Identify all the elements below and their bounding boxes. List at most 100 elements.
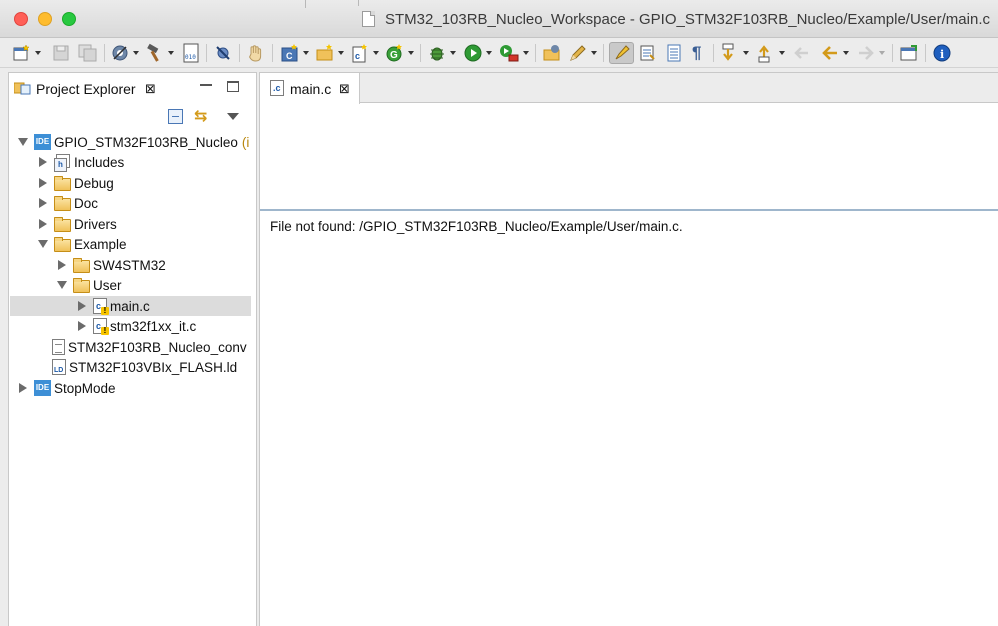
gear-cog-icon xyxy=(112,45,128,61)
info-button[interactable]: i xyxy=(932,42,952,64)
link-with-editor-icon[interactable]: ⇆ xyxy=(194,109,212,125)
binary-file-icon: 010 xyxy=(183,43,199,63)
tree-item-debug[interactable]: Debug xyxy=(10,173,251,193)
tree-item-includes[interactable]: Includes xyxy=(10,152,251,172)
forward-arrow-icon xyxy=(859,46,874,60)
next-annotation-button[interactable] xyxy=(720,42,749,64)
expand-arrow-icon[interactable] xyxy=(39,157,47,167)
run-button[interactable] xyxy=(463,42,492,64)
maximize-view-icon[interactable] xyxy=(227,81,239,92)
new-class-button[interactable]: G xyxy=(385,42,414,64)
view-menu-icon[interactable] xyxy=(227,113,239,120)
back-arrow-icon xyxy=(822,46,837,60)
run-icon xyxy=(464,44,482,62)
new-folder-button[interactable] xyxy=(315,42,344,64)
expand-arrow-icon[interactable] xyxy=(39,178,47,188)
save-all-button[interactable] xyxy=(78,42,98,64)
new-c-project-button[interactable]: C xyxy=(280,42,309,64)
expand-arrow-icon[interactable] xyxy=(78,301,86,311)
expand-arrow-icon[interactable] xyxy=(18,138,28,146)
tree-item-conv-file[interactable]: STM32F103RB_Nucleo_conv xyxy=(10,337,251,357)
show-whitespace-button[interactable]: ¶ xyxy=(692,42,701,64)
tree-item-sw4stm32[interactable]: SW4STM32 xyxy=(10,255,251,275)
save-all-icon xyxy=(78,44,97,62)
build-target-button[interactable] xyxy=(110,42,139,64)
c-project-icon: C xyxy=(281,44,298,62)
tree-item-label: Doc xyxy=(74,195,99,211)
minimize-view-icon[interactable] xyxy=(200,84,212,86)
pilcrow-icon: ¶ xyxy=(692,43,702,62)
window-close-button[interactable] xyxy=(14,12,28,26)
project-explorer-header: Project Explorer ⊠ xyxy=(9,73,256,103)
tree-item-main-c[interactable]: c main.c xyxy=(10,296,251,316)
expand-arrow-icon[interactable] xyxy=(38,240,48,248)
expand-arrow-icon[interactable] xyxy=(78,321,86,331)
open-perspective-window-button[interactable] xyxy=(899,42,919,64)
window-zoom-button[interactable] xyxy=(62,12,76,26)
close-view-icon[interactable]: ⊠ xyxy=(145,81,156,97)
open-perspective-button[interactable] xyxy=(542,42,562,64)
c-file-icon: .c xyxy=(270,80,284,96)
text-file-icon xyxy=(52,339,65,355)
project-explorer-tab[interactable]: Project Explorer xyxy=(36,81,136,97)
tree-item-flash-ld[interactable]: LD STM32F103VBIx_FLASH.ld xyxy=(10,357,251,377)
tree-item-stm32f1xx-it[interactable]: c stm32f1xx_it.c xyxy=(10,316,251,336)
tree-item-example[interactable]: Example xyxy=(10,234,251,254)
build-button[interactable] xyxy=(145,42,174,64)
project-explorer-tools: ⇆ xyxy=(9,105,256,127)
editor-tab-main-c[interactable]: .c main.c ⊠ xyxy=(260,73,360,104)
tree-item-label: Drivers xyxy=(74,216,117,232)
expand-arrow-icon[interactable] xyxy=(57,281,67,289)
svg-text:c: c xyxy=(355,51,360,61)
tree-item-label: SW4STM32 xyxy=(93,257,166,273)
bug-icon xyxy=(430,47,444,61)
toggle-highlight-button[interactable] xyxy=(609,42,634,64)
tree-item-label: Includes xyxy=(74,154,125,170)
tree-item-drivers[interactable]: Drivers xyxy=(10,214,251,234)
c-file-warning-icon: c xyxy=(93,318,109,335)
skip-breakpoint-icon xyxy=(216,46,230,60)
expand-arrow-icon[interactable] xyxy=(39,219,47,229)
save-button[interactable] xyxy=(52,42,70,64)
back-button[interactable] xyxy=(820,42,849,64)
last-edit-button[interactable] xyxy=(792,42,812,64)
new-button[interactable] xyxy=(12,42,41,64)
tree-item-user[interactable]: User xyxy=(10,275,251,295)
binary-button[interactable]: 010 xyxy=(181,42,201,64)
block-selection-button[interactable] xyxy=(664,42,684,64)
expand-arrow-icon[interactable] xyxy=(58,260,66,270)
expand-arrow-icon[interactable] xyxy=(19,383,27,393)
folder-icon xyxy=(54,195,71,211)
window-minimize-button[interactable] xyxy=(38,12,52,26)
previous-annotation-button[interactable] xyxy=(756,42,785,64)
expand-arrow-icon[interactable] xyxy=(39,198,47,208)
arrow-up-annotation-icon xyxy=(758,45,770,63)
new-source-file-button[interactable]: c xyxy=(350,42,379,64)
collapse-all-icon[interactable] xyxy=(168,109,183,124)
includes-icon xyxy=(54,154,71,172)
svg-text:010: 010 xyxy=(185,54,196,61)
open-task-button[interactable] xyxy=(568,42,597,64)
editor-area: .c main.c ⊠ File not found: /GPIO_STM32F… xyxy=(259,72,998,626)
debug-button[interactable] xyxy=(427,42,456,64)
tree-item-stopmode[interactable]: IDE StopMode xyxy=(10,378,251,398)
editor-divider xyxy=(260,209,998,211)
close-tab-icon[interactable]: ⊠ xyxy=(339,81,350,97)
hand-button[interactable] xyxy=(246,42,266,64)
mark-occurrences-button[interactable] xyxy=(638,42,658,64)
title-bar: STM32_103RB_Nucleo_Workspace - GPIO_STM3… xyxy=(0,0,998,38)
folder-open-icon xyxy=(54,236,71,252)
new-wizard-icon xyxy=(13,44,30,61)
editor-tab-bar: .c main.c ⊠ xyxy=(260,73,998,104)
tree-item-doc[interactable]: Doc xyxy=(10,193,251,213)
tree-item-gpio-project[interactable]: IDE GPIO_STM32F103RB_Nucleo (i xyxy=(10,132,251,152)
title-divider xyxy=(358,0,360,6)
c-file-warning-icon: c xyxy=(93,298,109,315)
main-toolbar: 010 C c G ¶ i xyxy=(0,38,998,68)
forward-button[interactable] xyxy=(856,42,885,64)
tree-item-label: STM32F103VBIx_FLASH.ld xyxy=(69,359,238,375)
skip-breakpoints-button[interactable] xyxy=(213,42,233,64)
svg-text:G: G xyxy=(390,50,398,61)
run-external-button[interactable] xyxy=(498,42,529,64)
tree-item-label: main.c xyxy=(110,298,150,314)
